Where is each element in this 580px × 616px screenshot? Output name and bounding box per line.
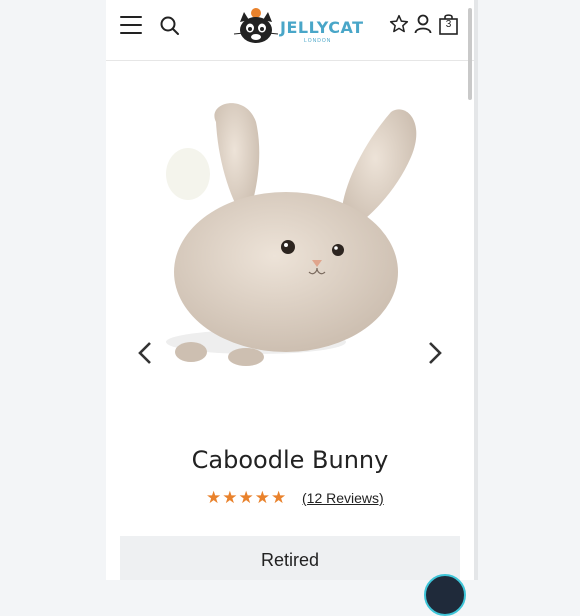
logo-wordmark: JELLYCAT xyxy=(280,18,364,37)
status-box: Retired xyxy=(120,536,460,580)
scrollbar-thumb[interactable] xyxy=(468,8,472,100)
bag-count-badge: 3 xyxy=(445,19,452,30)
jellycat-logo[interactable]: JELLYCAT LONDON xyxy=(232,6,363,50)
product-title: Caboodle Bunny xyxy=(191,446,389,474)
star-icon[interactable] xyxy=(389,14,409,34)
previous-image-arrow[interactable] xyxy=(136,340,154,366)
logo-subtitle: LONDON xyxy=(304,38,332,44)
status-label: Retired xyxy=(260,550,320,570)
user-icon[interactable] xyxy=(414,14,432,34)
cat-mascot-icon xyxy=(233,8,279,43)
product-image xyxy=(166,103,417,366)
reviews-link[interactable]: (12 Reviews) xyxy=(302,490,384,506)
search-icon[interactable] xyxy=(160,16,180,36)
site-header: JELLYCAT LONDON 3 xyxy=(106,0,474,61)
rating-stars: ★★★★★ xyxy=(206,488,288,507)
product-page: JELLYCAT LONDON 3 Caboodle Bunny ★★★★★ (… xyxy=(106,0,474,580)
menu-icon[interactable] xyxy=(120,16,142,36)
next-image-arrow[interactable] xyxy=(426,340,444,366)
chat-icon[interactable] xyxy=(424,574,466,616)
